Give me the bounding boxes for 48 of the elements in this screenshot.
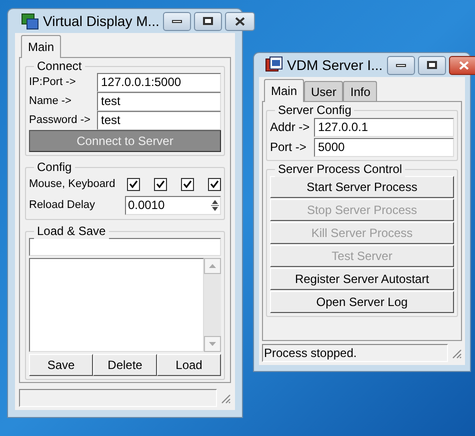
minimize-button[interactable] [163, 12, 192, 30]
field-label: Addr -> [270, 119, 311, 136]
maximize-button[interactable] [418, 56, 446, 74]
close-button[interactable] [225, 12, 256, 30]
window-title: Virtual Display M... [43, 12, 160, 31]
tab[interactable]: User [304, 81, 344, 101]
checkbox[interactable] [154, 178, 167, 190]
field-label: IP:Port -> [29, 75, 77, 90]
app-icon [21, 12, 39, 30]
text-field[interactable]: 5000 [314, 138, 454, 156]
text-field[interactable] [29, 238, 221, 256]
process-button[interactable]: Register Server Autostart [270, 268, 454, 290]
group-title: Load & Save [34, 223, 109, 239]
group-title: Config [34, 159, 75, 175]
tab[interactable]: Info [343, 81, 378, 101]
resize-grip-icon [450, 347, 462, 359]
tab[interactable]: Main [21, 35, 62, 58]
field-label: Name -> [29, 94, 72, 110]
close-icon [458, 60, 469, 70]
action-button[interactable]: Save [29, 354, 93, 376]
group-title: Server Process Control [275, 161, 406, 177]
close-button[interactable] [448, 56, 475, 74]
resize-grip-icon [219, 392, 231, 404]
process-button[interactable]: Open Server Log [270, 291, 454, 313]
window-title: VDM Server I... [287, 56, 383, 74]
spin-field[interactable]: 0.0010 [124, 196, 221, 214]
checkbox[interactable] [181, 178, 194, 190]
field-label: Reload Delay [29, 198, 96, 213]
tab[interactable]: Main [264, 79, 304, 102]
action-button[interactable]: Delete [93, 354, 157, 376]
text-field[interactable]: 127.0.0.1:5000 [97, 73, 221, 92]
text-field[interactable]: test [97, 111, 221, 130]
app-icon [265, 56, 283, 74]
close-icon [235, 16, 246, 26]
minimize-button[interactable] [386, 56, 415, 74]
text-field[interactable]: test [97, 92, 221, 111]
group-title: Server Config [275, 102, 354, 118]
action-button[interactable]: Load [157, 354, 221, 376]
process-button[interactable]: Start Server Process [270, 176, 454, 198]
maximize-button[interactable] [194, 12, 222, 30]
text-field[interactable]: 127.0.0.1 [314, 118, 454, 136]
checkbox[interactable] [127, 178, 140, 190]
field-label: Mouse, Keyboard [29, 176, 116, 192]
field-label: Port -> [270, 139, 308, 156]
spinner-arrows-icon[interactable] [210, 198, 220, 212]
status-text: Process stopped. [263, 345, 358, 362]
field-label: Password -> [29, 113, 92, 128]
checkbox[interactable] [208, 178, 221, 190]
